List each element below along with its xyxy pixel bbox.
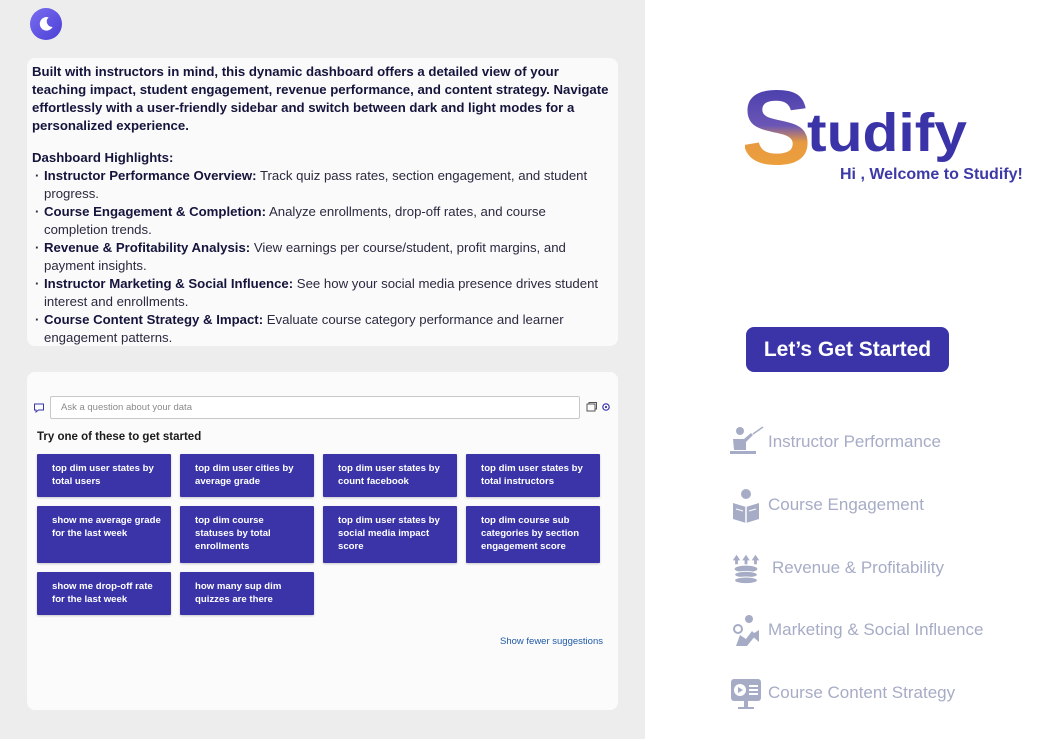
nav-label: Revenue & Profitability — [772, 558, 944, 577]
suggestion-button[interactable]: top dim user cities by average grade — [180, 454, 314, 497]
highlight-title: Instructor Marketing & Social Influence: — [44, 276, 294, 291]
highlight-title: Revenue & Profitability Analysis: — [44, 240, 251, 255]
theme-toggle-button[interactable] — [30, 8, 62, 40]
copy-visual-icon[interactable] — [586, 401, 598, 413]
marketing-icon — [728, 612, 764, 648]
chat-bubble-icon — [34, 403, 44, 414]
highlight-item: Instructor Performance Overview: Track q… — [32, 167, 613, 203]
try-suggestions-label: Try one of these to get started — [37, 431, 202, 443]
suggestion-button[interactable]: top dim user states by total instructors — [466, 454, 600, 497]
highlight-item: Course Content Strategy & Impact: Evalua… — [32, 311, 613, 347]
instructor-icon — [728, 424, 764, 460]
get-started-button[interactable]: Let’s Get Started — [746, 327, 949, 372]
suggestion-button[interactable]: show me average grade for the last week — [37, 506, 171, 563]
highlight-title: Instructor Performance Overview: — [44, 168, 257, 183]
settings-gear-icon[interactable] — [601, 401, 611, 413]
nav-label: Instructor Performance — [768, 432, 941, 451]
nav-item-marketing-social[interactable]: Marketing & Social Influence — [728, 610, 983, 650]
highlight-title: Course Engagement & Completion: — [44, 204, 267, 219]
highlight-item: Course Engagement & Completion: Analyze … — [32, 203, 613, 239]
nav-label: Course Content Strategy — [768, 683, 956, 702]
video-content-icon — [728, 675, 764, 711]
nav-label: Course Engagement — [768, 495, 924, 514]
studify-logo: S tudify — [745, 78, 967, 170]
logo-letter-s: S — [745, 78, 812, 170]
welcome-message: Hi , Welcome to Studify! — [840, 166, 1023, 183]
nav-label: Marketing & Social Influence — [768, 620, 984, 639]
nav-item-course-content-strategy[interactable]: Course Content Strategy — [728, 673, 955, 713]
suggestion-button[interactable]: top dim user states by total users — [37, 454, 171, 497]
qa-visual: Try one of these to get started top dim … — [27, 372, 618, 710]
suggestion-button[interactable]: show me drop-off rate for the last week — [37, 572, 171, 615]
suggestion-button[interactable]: top dim course sub categories by section… — [466, 506, 600, 563]
highlight-item: Instructor Marketing & Social Influence:… — [32, 275, 613, 311]
nav-item-revenue-profitability[interactable]: Revenue & Profitability — [728, 548, 944, 588]
coins-icon — [728, 550, 764, 586]
highlight-item: Revenue & Profitability Analysis: View e… — [32, 239, 613, 275]
suggestion-button[interactable]: top dim user states by social media impa… — [323, 506, 457, 563]
qa-question-input[interactable] — [50, 396, 580, 419]
highlights-title: Dashboard Highlights: — [32, 150, 174, 165]
suggestion-button[interactable]: top dim course statuses by total enrollm… — [180, 506, 314, 563]
suggestion-button[interactable]: how many sup dim quizzes are there — [180, 572, 314, 615]
description-card: Built with instructors in mind, this dyn… — [27, 58, 618, 346]
reading-icon — [728, 487, 764, 523]
highlights-list: Instructor Performance Overview: Track q… — [32, 167, 613, 347]
suggestion-button[interactable]: top dim user states by count facebook — [323, 454, 457, 497]
nav-item-course-engagement[interactable]: Course Engagement — [728, 485, 924, 525]
moon-icon — [39, 17, 53, 31]
logo-wordmark: tudify — [807, 103, 967, 163]
nav-item-instructor-performance[interactable]: Instructor Performance — [728, 422, 941, 462]
highlight-title: Course Content Strategy & Impact: — [44, 312, 264, 327]
description-intro: Built with instructors in mind, this dyn… — [32, 64, 609, 133]
show-fewer-suggestions-link[interactable]: Show fewer suggestions — [500, 636, 603, 647]
